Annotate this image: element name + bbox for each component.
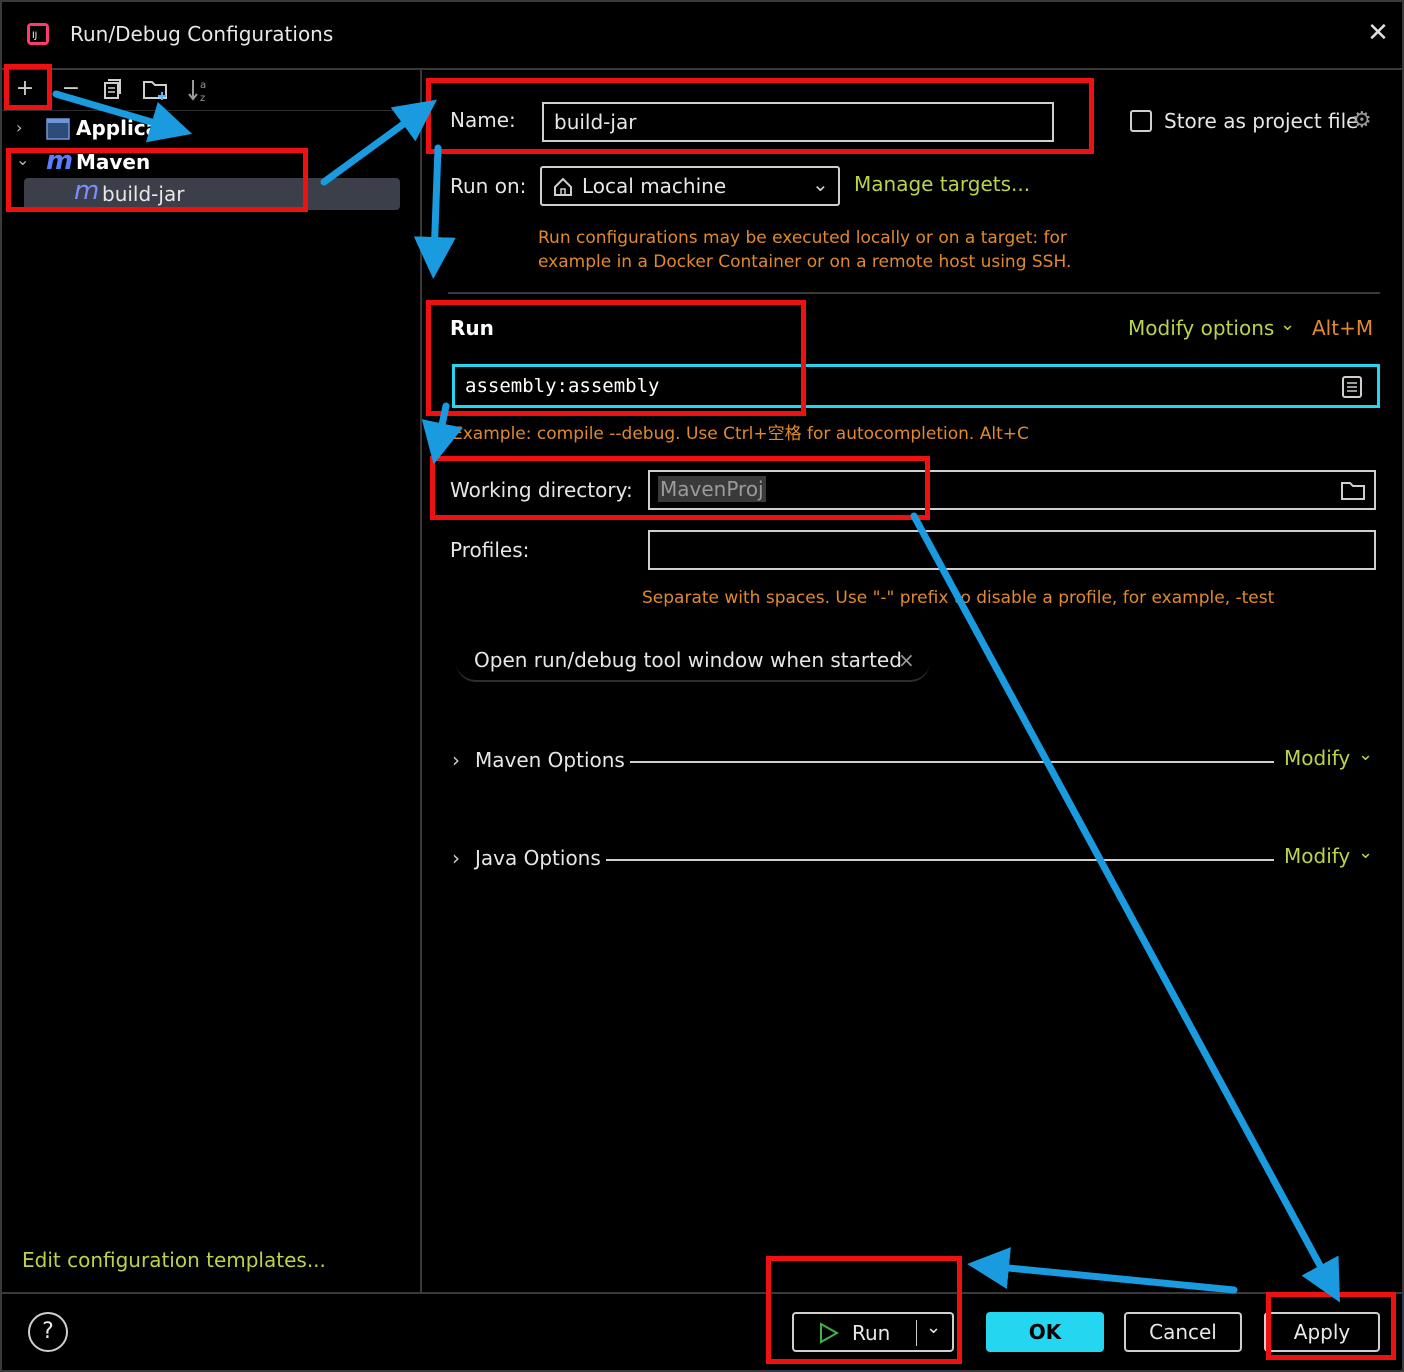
arrow-maven-to-name (320, 99, 437, 186)
arrow-add-to-application (52, 90, 193, 143)
arrow-run-to-working-dir (421, 402, 463, 465)
arrow-name-to-run (413, 144, 456, 279)
arrow-apply-to-run (967, 1247, 1238, 1294)
arrow-working-dir-to-apply (910, 512, 1341, 1303)
annotation-arrows (52, 90, 1341, 1303)
